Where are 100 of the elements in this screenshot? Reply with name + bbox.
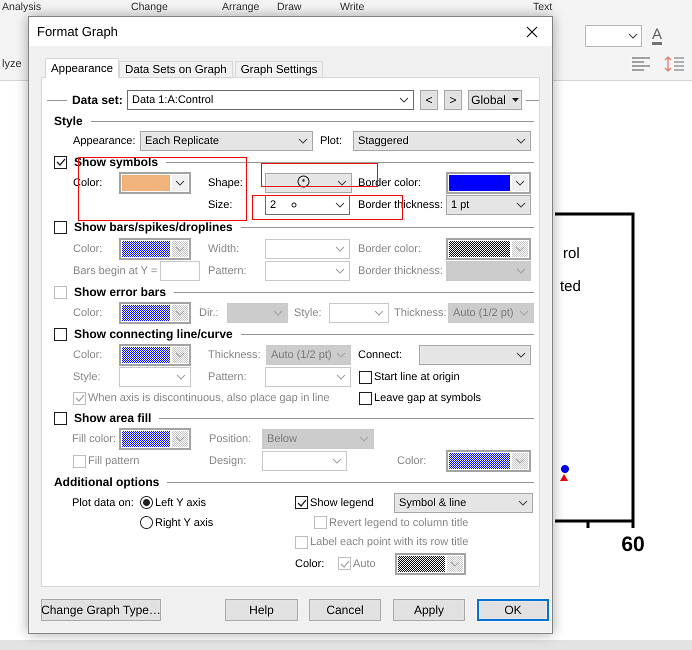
chevron-icon — [335, 202, 345, 208]
toolbar-label[interactable]: lyze — [2, 58, 22, 70]
menu-item[interactable]: Arrange — [222, 1, 260, 13]
tab[interactable]: Graph Settings — [234, 61, 324, 78]
chevron-icon — [516, 202, 526, 208]
dataset-dropdown[interactable]: Data 1:A:Control — [127, 90, 414, 110]
checkbox-label: Auto — [353, 558, 376, 570]
checkbox[interactable] — [54, 412, 67, 424]
chevron-icon — [516, 268, 526, 274]
dropdown[interactable]: Each Replicate — [140, 131, 313, 151]
checkbox[interactable] — [54, 220, 67, 234]
chevron-icon — [515, 180, 525, 186]
chevron-icon — [359, 436, 369, 442]
checkbox[interactable] — [295, 496, 308, 509]
checkbox[interactable] — [359, 392, 372, 404]
radio-label: Left Y axis — [155, 496, 206, 508]
radio-button[interactable] — [140, 516, 153, 529]
chevron-icon — [175, 180, 185, 186]
field-label: Appearance: — [73, 135, 136, 147]
chevron-icon — [337, 180, 347, 186]
color-picker[interactable] — [119, 172, 191, 194]
next-button[interactable]: > — [444, 90, 462, 110]
dialog-button[interactable]: Cancel — [309, 599, 381, 621]
close-icon — [526, 26, 538, 38]
dialog-button[interactable]: OK — [477, 599, 549, 621]
checkbox[interactable] — [54, 156, 67, 168]
radio-label: Right Y axis — [155, 516, 214, 528]
checkbox[interactable] — [54, 328, 67, 340]
previous-button[interactable]: < — [420, 90, 438, 110]
checkbox-label: Show legend — [310, 496, 374, 508]
window-title: Format Graph — [37, 24, 119, 39]
chevron-icon — [516, 352, 526, 358]
section-heading: Show bars/spikes/droplines — [74, 220, 233, 234]
radio-button[interactable] — [140, 496, 153, 509]
field-label: Pattern: — [208, 265, 248, 277]
field-label: Position: — [209, 433, 252, 445]
field-label: Design: — [209, 455, 248, 467]
tab[interactable]: Data Sets on Graph — [119, 61, 233, 78]
section-heading: Show connecting line/curve — [74, 327, 233, 341]
font-dropdown[interactable] — [584, 25, 642, 47]
chevron-icon — [374, 310, 384, 316]
chevron-icon — [519, 310, 529, 316]
field-label: Fill color: — [72, 433, 118, 445]
field-label: Color: — [295, 558, 326, 570]
chevron-icon — [298, 138, 308, 144]
field-label: Size: — [208, 199, 234, 211]
section-heading: Show area fill — [74, 411, 152, 425]
chevron-icon — [332, 458, 342, 464]
section-heading: Show error bars — [74, 285, 166, 299]
color-picker[interactable] — [446, 172, 531, 194]
field-label: Color: — [397, 455, 428, 467]
checkbox[interactable] — [359, 370, 372, 384]
checkmark-icon — [74, 394, 84, 402]
checkmark-icon — [56, 158, 66, 166]
dialog-button[interactable]: Apply — [393, 599, 465, 621]
chevron-icon — [628, 33, 638, 39]
field-label: Thickness: — [208, 349, 262, 361]
align-icon[interactable] — [632, 57, 650, 71]
dropdown[interactable]: 1 pt — [446, 195, 531, 215]
menu-item[interactable]: Change — [131, 1, 168, 13]
line-spacing-icon[interactable] — [664, 56, 684, 72]
dialog-button[interactable]: Help — [225, 599, 298, 621]
chevron-icon — [515, 458, 525, 464]
field-label: Color: — [73, 307, 104, 319]
dropdown[interactable]: Staggered — [353, 131, 531, 151]
menu-item[interactable]: Text — [533, 1, 552, 13]
dropdown[interactable]: Symbol & line — [394, 492, 533, 512]
legend-label: ted — [560, 278, 581, 295]
checkbox-label: Leave gap at symbols — [374, 392, 482, 404]
field-label: Data set: — [72, 93, 124, 107]
scope-dropdown[interactable]: Global — [468, 90, 522, 110]
menu-item[interactable]: Draw — [277, 1, 302, 13]
checkbox-label: Label each point with its row title — [310, 536, 468, 548]
menu-item[interactable]: Write — [340, 1, 364, 13]
field-label: Color: — [73, 349, 104, 361]
chevron-icon — [335, 246, 345, 252]
chevron-icon — [516, 138, 526, 144]
chevron-icon — [450, 560, 460, 566]
size-dropdown[interactable]: 2 — [265, 195, 350, 215]
dialog-button[interactable]: Change Graph Type… — [41, 599, 161, 621]
chevron-icon — [273, 310, 283, 316]
chevron-icon — [515, 246, 525, 252]
field-label: Thickness: — [394, 307, 448, 319]
symbol-dropdown[interactable] — [265, 173, 352, 193]
caret-icon — [512, 98, 519, 102]
menu-item[interactable]: Analysis — [2, 1, 42, 13]
legend-label: rol — [563, 245, 580, 262]
axis-tick-label: 60 — [621, 533, 645, 556]
circle-icon — [291, 202, 297, 208]
tab[interactable]: Appearance — [45, 58, 120, 78]
chevron-icon — [335, 268, 345, 274]
field-label: Border color: — [358, 243, 422, 255]
field-label: Style: — [294, 307, 323, 319]
checkmark-icon — [296, 498, 306, 506]
field-label: Color: — [73, 243, 104, 255]
field-label: Dir.: — [199, 307, 220, 319]
chevron-icon — [336, 374, 346, 380]
chevron-icon — [518, 500, 528, 506]
dropdown[interactable] — [419, 345, 531, 365]
chevron-icon — [176, 374, 186, 380]
